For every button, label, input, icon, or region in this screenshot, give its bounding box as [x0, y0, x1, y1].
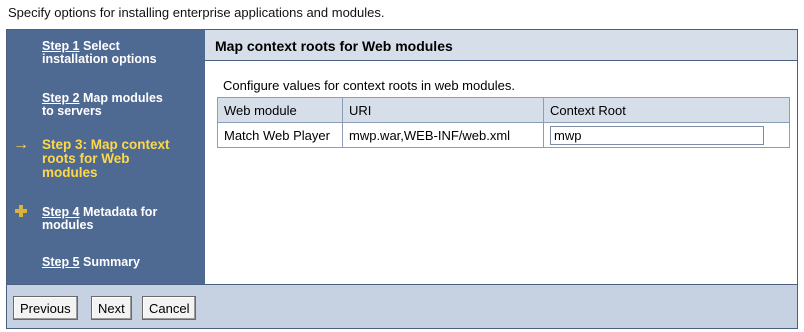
step-1-link[interactable]: Step 1 [42, 39, 80, 53]
page-title: Map context roots for Web modules [215, 38, 453, 54]
cell-context-root [543, 122, 790, 148]
cell-uri: mwp.war,WEB-INF/web.xml [342, 122, 544, 148]
next-button[interactable]: Next [91, 296, 132, 320]
content-header: Map context roots for Web modules [205, 30, 797, 61]
column-header-context-root: Context Root [543, 97, 790, 123]
step-2: Step 2 Map modules to servers [42, 92, 200, 118]
step-5-link[interactable]: Step 5 [42, 255, 80, 269]
step-4-link[interactable]: Step 4 [42, 205, 80, 219]
column-header-web-module: Web module [217, 97, 343, 123]
step-2-link[interactable]: Step 2 [42, 91, 80, 105]
content-panel: Map context roots for Web modules Config… [205, 30, 797, 284]
plus-icon [15, 205, 27, 217]
wizard-steps-sidebar: Step 1 Select installation options Step … [7, 30, 205, 284]
step-3-label-line2: roots for Web [42, 151, 130, 166]
content-description: Configure values for context roots in we… [223, 78, 515, 93]
context-root-input[interactable] [550, 125, 764, 145]
cell-web-module: Match Web Player [217, 122, 343, 148]
step-3-label-line3: modules [42, 165, 98, 180]
context-roots-table: Web module URI Context Root Match Web Pl… [217, 97, 790, 148]
cancel-button[interactable]: Cancel [142, 296, 197, 320]
step-4-label-line2: modules [42, 218, 94, 232]
table-header-row: Web module URI Context Root [217, 97, 790, 123]
step-1-label: Select [79, 39, 120, 53]
column-header-uri: URI [342, 97, 544, 123]
step-5-label: Summary [79, 255, 140, 269]
step-2-label: Map modules [79, 91, 163, 105]
step-3-current: Step 3: Map context roots for Web module… [42, 138, 200, 180]
step-1-label-line2: installation options [42, 52, 157, 66]
step-2-label-line2: to servers [42, 104, 102, 118]
previous-button[interactable]: Previous [13, 296, 78, 320]
step-3-label-line1: Step 3: Map context [42, 137, 170, 152]
table-row: Match Web Player mwp.war,WEB-INF/web.xml [217, 122, 790, 148]
wizard-frame: Step 1 Select installation options Step … [6, 29, 798, 329]
page-instructions: Specify options for installing enterpris… [8, 5, 385, 20]
step-4: Step 4 Metadata for modules [42, 206, 200, 232]
arrow-right-icon: → [13, 136, 29, 153]
button-bar: Previous Next Cancel [7, 284, 797, 328]
step-5: Step 5 Summary [42, 256, 200, 269]
step-1: Step 1 Select installation options [42, 40, 200, 66]
step-4-label: Metadata for [79, 205, 158, 219]
